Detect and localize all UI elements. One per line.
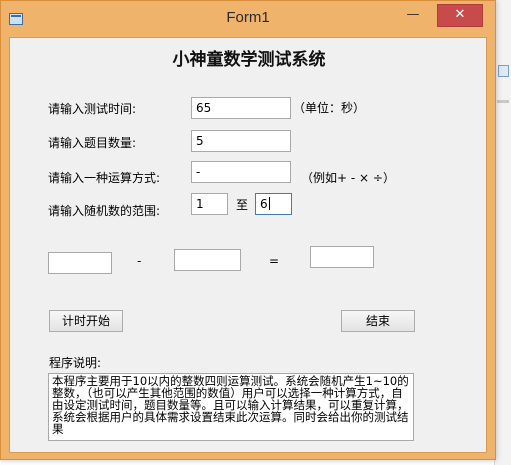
text-caret xyxy=(268,197,270,210)
title-bar[interactable]: Form1 — ✕ xyxy=(1,1,495,37)
form1-window: Form1 — ✕ 小神童数学测试系统 请输入测试时间: 65 （单位：秒） 请… xyxy=(0,0,496,460)
time-input[interactable]: 65 xyxy=(191,97,291,119)
operand1-input[interactable] xyxy=(48,252,112,274)
answer-input[interactable] xyxy=(310,246,374,268)
description-label: 程序说明: xyxy=(49,356,102,370)
time-unit-label: （单位：秒） xyxy=(293,101,366,115)
minimize-button[interactable]: — xyxy=(399,5,427,27)
background-divider xyxy=(497,100,509,103)
range-label: 请输入随机数的范围: xyxy=(48,204,161,218)
background-icon xyxy=(498,65,509,77)
range-min-input[interactable]: 1 xyxy=(191,193,228,215)
range-max-value: 6 xyxy=(260,197,268,211)
count-input[interactable]: 5 xyxy=(191,130,291,152)
operand2-input[interactable] xyxy=(174,249,241,271)
close-button[interactable]: ✕ xyxy=(437,4,483,27)
page-title: 小神童数学测试系统 xyxy=(172,50,326,70)
start-timer-button[interactable]: 计时开始 xyxy=(49,310,123,332)
description-textbox[interactable]: 本程序主要用于10以内的整数四则运算测试。系统会随机产生1~10的整数，（也可以… xyxy=(48,373,414,441)
form-client-area: 小神童数学测试系统 请输入测试时间: 65 （单位：秒） 请输入题目数量: 5 … xyxy=(9,37,487,453)
operation-label: 请输入一种运算方式: xyxy=(48,171,161,185)
background-window-edge xyxy=(494,0,511,465)
time-label: 请输入测试时间: xyxy=(48,102,137,116)
operation-input[interactable]: - xyxy=(191,161,291,183)
operation-hint: （例如+ - × ÷） xyxy=(301,171,395,185)
operator-label: - xyxy=(137,254,142,268)
count-label: 请输入题目数量: xyxy=(48,136,137,150)
range-max-input[interactable]: 6 xyxy=(255,193,292,215)
range-to-label: 至 xyxy=(236,198,249,212)
equals-label: = xyxy=(269,254,280,268)
end-button[interactable]: 结束 xyxy=(341,310,415,332)
